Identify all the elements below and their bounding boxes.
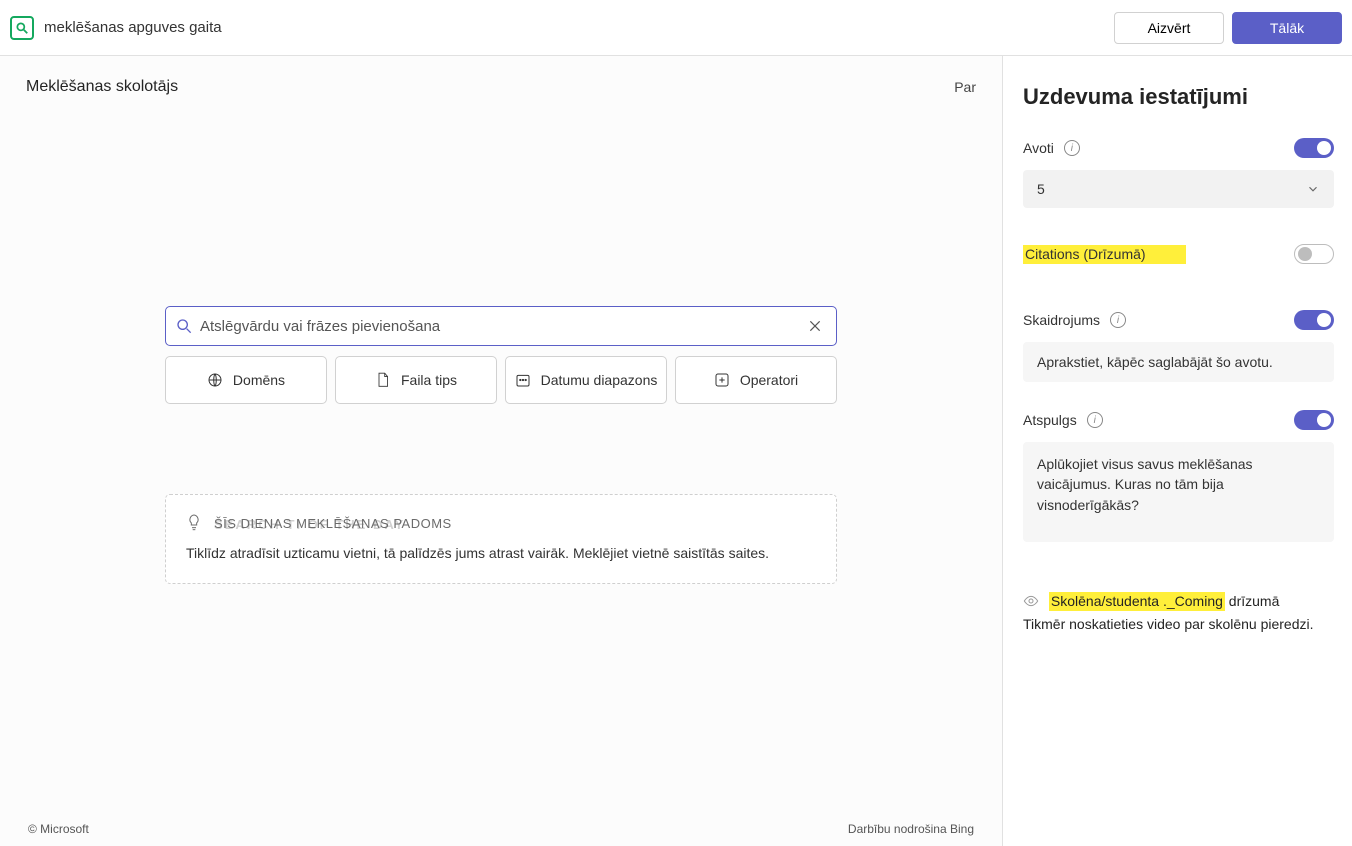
preview-highlight: Skolēna/studenta ._Coming	[1049, 592, 1225, 611]
filter-filetype-label: Faila tips	[401, 372, 457, 388]
app-title: meklēšanas apguves gaita	[44, 19, 222, 36]
filter-daterange-label: Datumu diapazons	[541, 372, 658, 388]
eye-icon	[1023, 594, 1043, 610]
tip-heading: SEARCH TI OF THE DAY ŠĪS DIENAS MEKLĒŠAN…	[214, 516, 452, 531]
sub-header: Meklēšanas skolotājs Par	[0, 56, 1002, 106]
tip-heading-text: ŠĪS DIENAS MEKLĒŠANAS PADOMS	[214, 516, 452, 531]
explanation-label: Skaidrojums	[1023, 312, 1100, 328]
citations-label: Citations (Drīzumā)	[1023, 246, 1186, 262]
filter-operators-label: Operatori	[740, 372, 798, 388]
sources-dropdown[interactable]: 5	[1023, 170, 1334, 208]
setting-row-reflection: Atspulgs i	[1023, 410, 1334, 430]
plus-icon	[714, 372, 730, 388]
reflection-toggle[interactable]	[1294, 410, 1334, 430]
search-input[interactable]	[200, 318, 804, 335]
filter-domain-label: Domēns	[233, 372, 285, 388]
settings-title: Uzdevuma iestatījumi	[1023, 84, 1334, 110]
explanation-textbox[interactable]: Aprakstiet, kāpēc saglabājāt šo avotu.	[1023, 342, 1334, 382]
lightbulb-icon	[186, 513, 202, 533]
search-block: Domēns Faila tips Datumu diapazons	[165, 306, 837, 404]
student-preview-block: Skolēna/studenta ._Coming drīzumā Tikmēr…	[1023, 590, 1334, 636]
info-icon[interactable]: i	[1064, 140, 1080, 156]
footer-powered-by: Darbību nodrošina Bing	[848, 822, 974, 836]
tip-card: SEARCH TI OF THE DAY ŠĪS DIENAS MEKLĒŠAN…	[165, 494, 837, 584]
settings-panel: Uzdevuma iestatījumi Avoti i 5 Citations…	[1002, 56, 1352, 846]
reflection-label: Atspulgs	[1023, 412, 1077, 428]
close-button[interactable]: Aizvērt	[1114, 12, 1224, 44]
setting-row-citations: Citations (Drīzumā)	[1023, 244, 1334, 264]
sources-value: 5	[1037, 181, 1306, 197]
preview-line2: Tikmēr noskatieties video par skolēnu pi…	[1023, 613, 1334, 635]
citations-toggle[interactable]	[1294, 244, 1334, 264]
setting-row-explanation: Skaidrojums i	[1023, 310, 1334, 330]
filter-operators-button[interactable]: Operatori	[675, 356, 837, 404]
top-bar: meklēšanas apguves gaita Aizvērt Tālāk	[0, 0, 1352, 56]
search-icon	[176, 318, 192, 334]
center-stage: Domēns Faila tips Datumu diapazons	[0, 106, 1002, 812]
tip-header: SEARCH TI OF THE DAY ŠĪS DIENAS MEKLĒŠAN…	[186, 513, 816, 533]
info-icon[interactable]: i	[1110, 312, 1126, 328]
search-box[interactable]	[165, 306, 837, 346]
info-icon[interactable]: i	[1087, 412, 1103, 428]
footer: © Microsoft Darbību nodrošina Bing	[0, 812, 1002, 846]
citations-label-text: Citations (Drīzumā)	[1023, 245, 1186, 264]
footer-copyright: © Microsoft	[28, 822, 89, 836]
sources-label: Avoti	[1023, 140, 1054, 156]
filter-domain-button[interactable]: Domēns	[165, 356, 327, 404]
filter-row: Domēns Faila tips Datumu diapazons	[165, 356, 837, 404]
body-wrap: Meklēšanas skolotājs Par	[0, 56, 1352, 846]
explanation-toggle[interactable]	[1294, 310, 1334, 330]
file-icon	[375, 372, 391, 388]
filter-filetype-button[interactable]: Faila tips	[335, 356, 497, 404]
preview-rest: drīzumā	[1225, 593, 1279, 609]
about-link[interactable]: Par	[954, 79, 976, 95]
filter-daterange-button[interactable]: Datumu diapazons	[505, 356, 667, 404]
globe-icon	[207, 372, 223, 388]
preview-line1: Skolēna/studenta ._Coming drīzumā	[1023, 590, 1334, 613]
reflection-textbox[interactable]: Aplūkojiet visus savus meklēšanas vaicāj…	[1023, 442, 1334, 542]
sources-toggle[interactable]	[1294, 138, 1334, 158]
coach-title: Meklēšanas skolotājs	[26, 78, 178, 96]
next-button[interactable]: Tālāk	[1232, 12, 1342, 44]
chevron-down-icon	[1306, 182, 1320, 196]
clear-icon[interactable]	[804, 315, 826, 337]
main-area: Meklēšanas skolotājs Par	[0, 56, 1002, 846]
app-search-icon	[10, 16, 34, 40]
setting-row-sources: Avoti i	[1023, 138, 1334, 158]
calendar-icon	[515, 372, 531, 388]
tip-text: Tiklīdz atradīsit uzticamu vietni, tā pa…	[186, 545, 816, 561]
